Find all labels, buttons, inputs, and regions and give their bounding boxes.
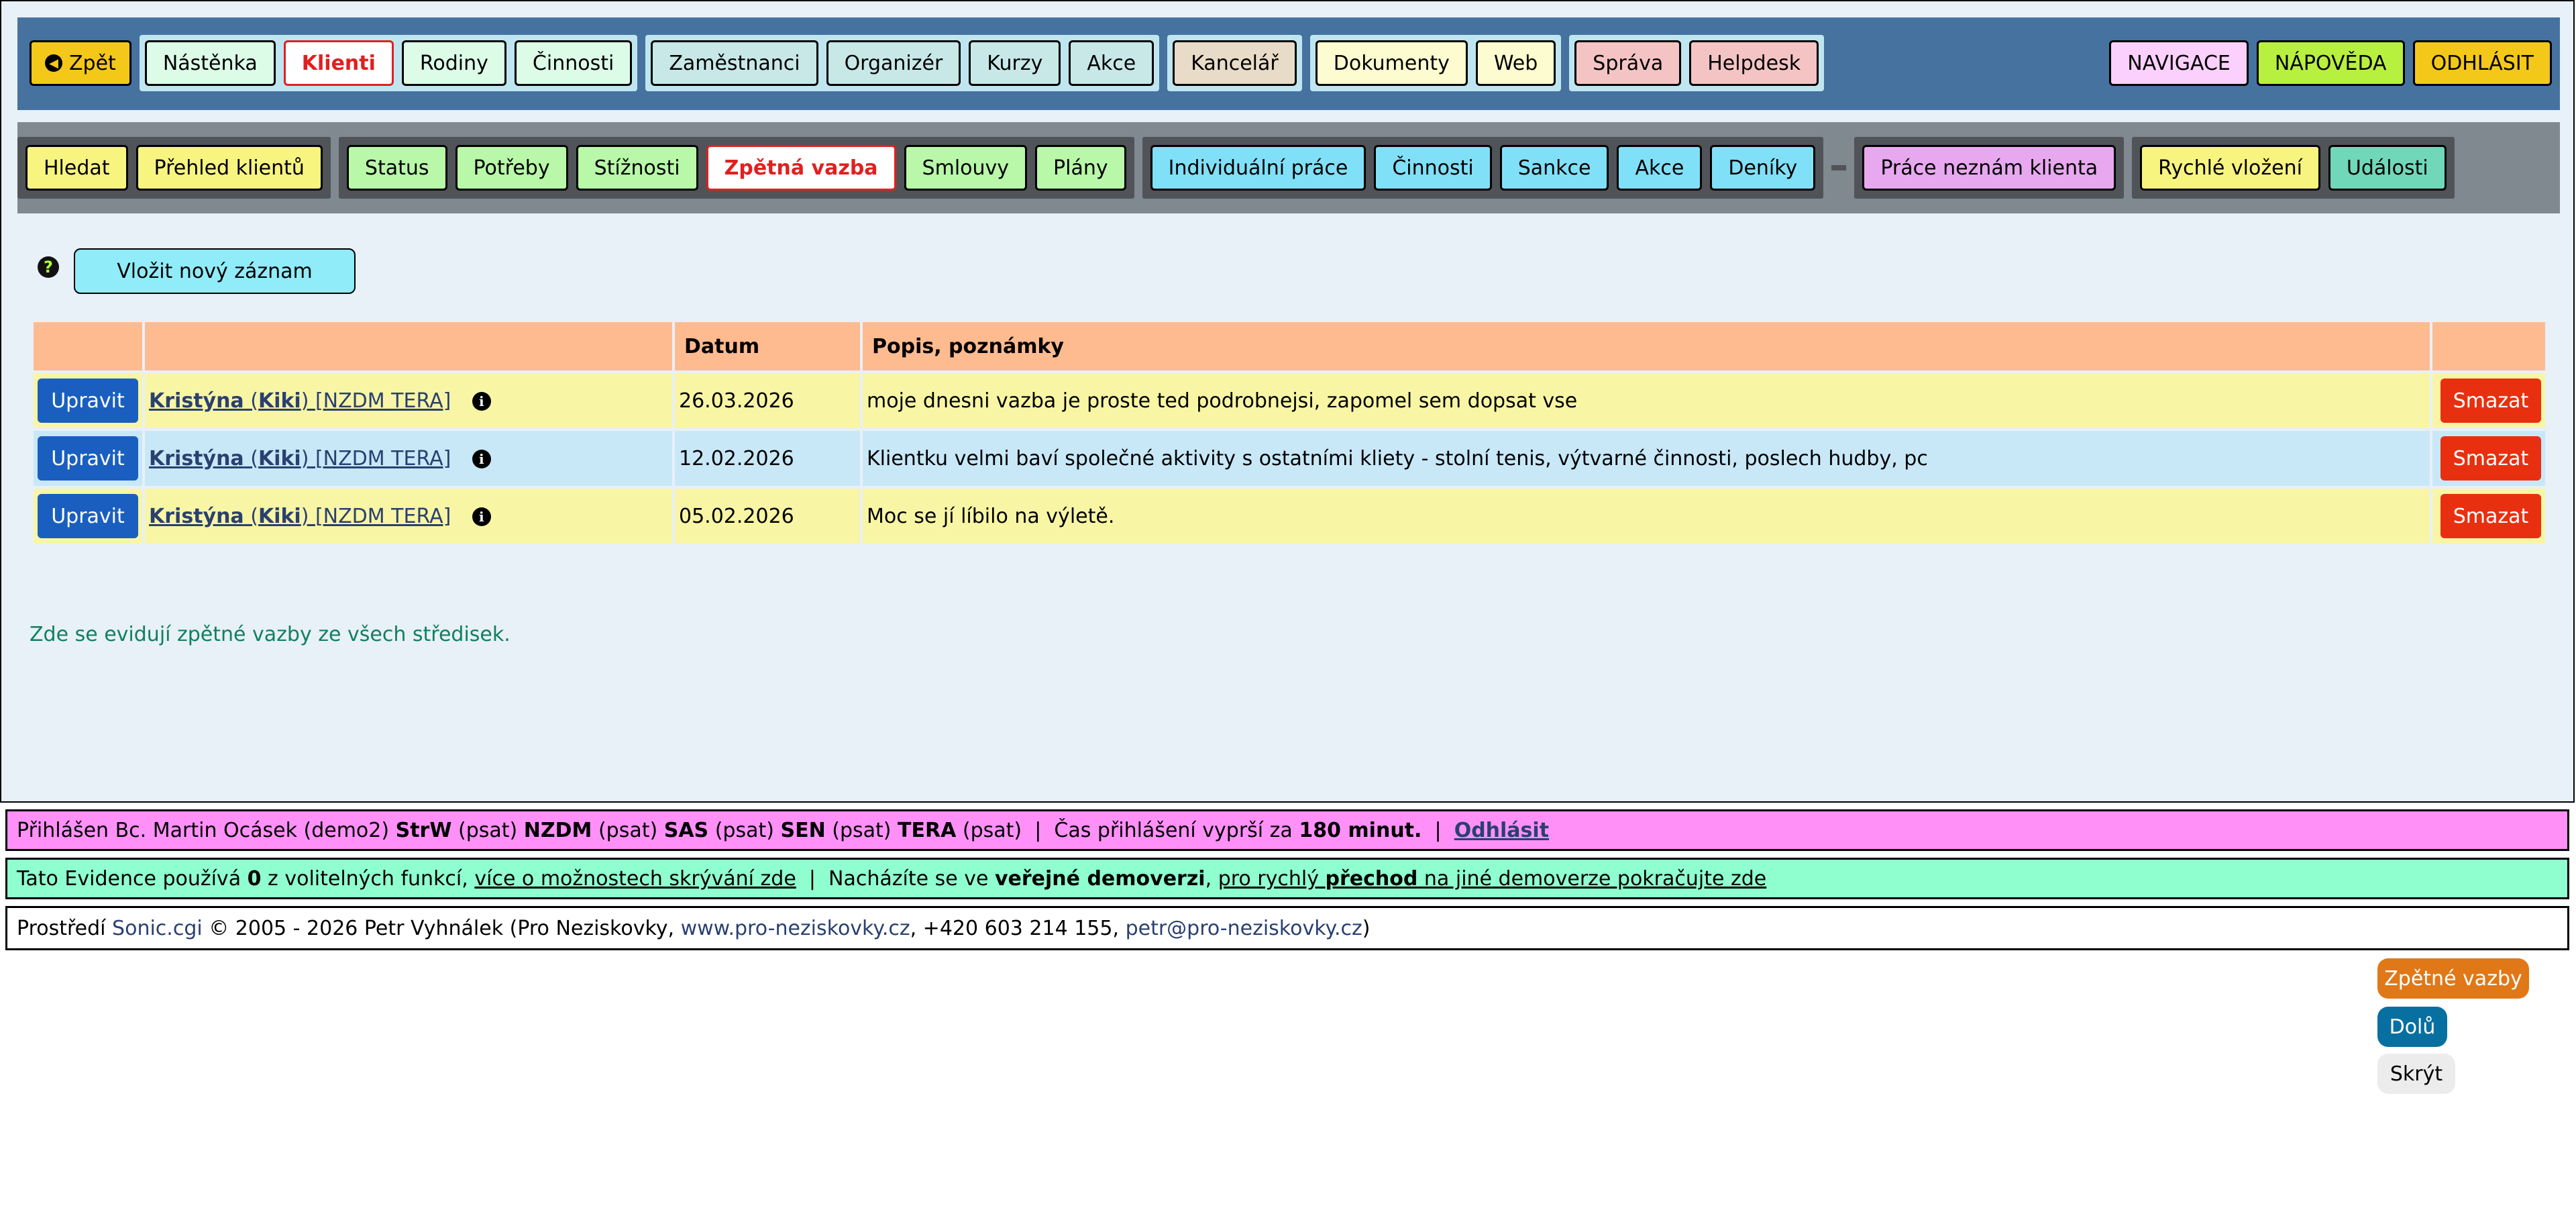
nav-dashboard[interactable]: Nástěnka bbox=[144, 40, 276, 86]
subnav-group-search: Hledat Přehled klientů bbox=[17, 137, 331, 199]
subnav-client-overview[interactable]: Přehled klientů bbox=[136, 145, 323, 191]
info-icon[interactable]: i bbox=[472, 507, 491, 526]
header-actions bbox=[34, 322, 142, 370]
row-date: 05.02.2026 bbox=[675, 489, 860, 544]
subnav-events-log[interactable]: Události bbox=[2328, 145, 2447, 191]
add-record-button[interactable]: Vložit nový záznam bbox=[74, 248, 356, 294]
subnav-search[interactable]: Hledat bbox=[25, 145, 128, 191]
table-row: Upravit Kristýna (Kiki) [NZDM TERA] i 12… bbox=[34, 431, 2545, 486]
client-link[interactable]: Kristýna (Kiki) [NZDM TERA] bbox=[149, 389, 451, 413]
subnav-group-work: Individuální práce Činnosti Sankce Akce … bbox=[1142, 137, 1824, 199]
nav-group-staff: Zaměstnanci Organizér Kurzy Akce bbox=[645, 35, 1160, 91]
feedback-table: Datum Popis, poznámky Upravit Kristýna (… bbox=[31, 319, 2548, 546]
nav-web[interactable]: Web bbox=[1475, 40, 1556, 86]
subnav-quick-insert[interactable]: Rychlé vložení bbox=[2140, 145, 2320, 191]
top-navigation: ◀ Zpět Nástěnka Klienti Rodiny Činnosti … bbox=[17, 17, 2560, 110]
subnav-feedback[interactable]: Zpětná vazba bbox=[706, 145, 896, 191]
features-bar: Tato Evidence používá 0 z volitelných fu… bbox=[5, 858, 2569, 899]
hiding-options-link[interactable]: více o možnostech skrývání zde bbox=[474, 867, 796, 891]
website-link[interactable]: www.pro-neziskovky.cz bbox=[681, 917, 910, 940]
subnav-complaints[interactable]: Stížnosti bbox=[576, 145, 698, 191]
subnav-events[interactable]: Akce bbox=[1617, 145, 1703, 191]
logout-link[interactable]: Odhlásit bbox=[1454, 819, 1549, 842]
feedback-info-text: Zde se evidují zpětné vazby ze všech stř… bbox=[30, 623, 511, 646]
row-note: moje dnesni vazba je proste ted podrobne… bbox=[863, 373, 2430, 428]
subnav-diaries[interactable]: Deníky bbox=[1710, 145, 1816, 191]
scroll-down-button[interactable]: Dolů bbox=[2377, 1007, 2447, 1047]
subnav-separator bbox=[1831, 165, 1847, 170]
navigation-button[interactable]: NAVIGACE bbox=[2109, 40, 2249, 86]
subnav-activities[interactable]: Činnosti bbox=[1374, 145, 1492, 191]
subnav-individual-work[interactable]: Individuální práce bbox=[1150, 145, 1366, 191]
nav-group-admin: Správa Helpdesk bbox=[1569, 35, 1825, 91]
row-date: 26.03.2026 bbox=[675, 373, 860, 428]
header-date: Datum bbox=[675, 322, 860, 370]
hide-button[interactable]: Skrýt bbox=[2377, 1054, 2455, 1094]
subnav-status[interactable]: Status bbox=[346, 145, 447, 191]
header-client bbox=[145, 322, 672, 370]
nav-helpdesk[interactable]: Helpdesk bbox=[1689, 40, 1819, 86]
edit-button[interactable]: Upravit bbox=[38, 494, 138, 538]
nav-documents[interactable]: Dokumenty bbox=[1315, 40, 1468, 86]
subnav-group-quick: Rychlé vložení Události bbox=[2132, 137, 2455, 199]
delete-button[interactable]: Smazat bbox=[2440, 436, 2541, 481]
nav-group-docs: Dokumenty Web bbox=[1309, 35, 1562, 91]
help-button[interactable]: NÁPOVĚDA bbox=[2256, 40, 2405, 86]
nav-group-clients: Nástěnka Klienti Rodiny Činnosti bbox=[139, 35, 638, 91]
subnav-plans[interactable]: Plány bbox=[1035, 145, 1126, 191]
subnav-group-unknown: Práce neznám klienta bbox=[1854, 137, 2125, 199]
subnav-contracts[interactable]: Smlouvy bbox=[904, 145, 1028, 191]
nav-admin[interactable]: Správa bbox=[1574, 40, 1682, 86]
client-subnavigation: Hledat Přehled klientů Status Potřeby St… bbox=[17, 122, 2560, 213]
back-button[interactable]: ◀ Zpět bbox=[30, 40, 131, 86]
subnav-unknown-client-work[interactable]: Práce neznám klienta bbox=[1862, 145, 2116, 191]
client-link[interactable]: Kristýna (Kiki) [NZDM TERA] bbox=[149, 505, 451, 528]
client-link[interactable]: Kristýna (Kiki) [NZDM TERA] bbox=[149, 447, 451, 470]
header-description: Popis, poznámky bbox=[863, 322, 2430, 370]
back-arrow-icon: ◀ bbox=[45, 54, 62, 72]
page-frame: ◀ Zpět Nástěnka Klienti Rodiny Činnosti … bbox=[0, 0, 2575, 803]
nav-group-office: Kancelář bbox=[1167, 35, 1302, 91]
header-delete bbox=[2432, 322, 2545, 370]
table-row: Upravit Kristýna (Kiki) [NZDM TERA] i 05… bbox=[34, 489, 2545, 544]
subnav-group-records: Status Potřeby Stížnosti Zpětná vazba Sm… bbox=[338, 137, 1134, 199]
delete-button[interactable]: Smazat bbox=[2440, 379, 2541, 423]
edit-button[interactable]: Upravit bbox=[38, 436, 138, 481]
credits-bar: Prostředí Sonic.cgi © 2005 - 2026 Petr V… bbox=[5, 906, 2569, 950]
row-note: Moc se jí líbilo na výletě. bbox=[863, 489, 2430, 544]
product-link[interactable]: Sonic.cgi bbox=[112, 917, 203, 940]
subnav-sanctions[interactable]: Sankce bbox=[1499, 145, 1609, 191]
nav-activities[interactable]: Činnosti bbox=[514, 40, 633, 86]
row-note: Klientku velmi baví společné aktivity s … bbox=[863, 431, 2430, 486]
help-icon[interactable]: ? bbox=[38, 256, 59, 278]
nav-events[interactable]: Akce bbox=[1069, 40, 1155, 86]
row-date: 12.02.2026 bbox=[675, 431, 860, 486]
nav-families[interactable]: Rodiny bbox=[401, 40, 506, 86]
edit-button[interactable]: Upravit bbox=[38, 379, 138, 423]
delete-button[interactable]: Smazat bbox=[2440, 494, 2541, 538]
info-icon[interactable]: i bbox=[472, 450, 491, 468]
logout-button[interactable]: ODHLÁSIT bbox=[2412, 40, 2552, 86]
demo-switch-link[interactable]: pro rychlý přechod na jiné demoverze pok… bbox=[1218, 867, 1767, 891]
email-link[interactable]: petr@pro-neziskovky.cz bbox=[1126, 917, 1362, 940]
nav-clients[interactable]: Klienti bbox=[283, 40, 394, 86]
subnav-needs[interactable]: Potřeby bbox=[455, 145, 568, 191]
table-row: Upravit Kristýna (Kiki) [NZDM TERA] i 26… bbox=[34, 373, 2545, 428]
nav-office[interactable]: Kancelář bbox=[1173, 40, 1297, 86]
info-icon[interactable]: i bbox=[472, 392, 491, 411]
login-status-bar: Přihlášen Bc. Martin Ocásek (demo2) StrW… bbox=[5, 809, 2569, 851]
nav-courses[interactable]: Kurzy bbox=[969, 40, 1061, 86]
nav-employees[interactable]: Zaměstnanci bbox=[651, 40, 818, 86]
table-header: Datum Popis, poznámky bbox=[34, 322, 2545, 370]
nav-organizer[interactable]: Organizér bbox=[826, 40, 961, 86]
feedback-float-button[interactable]: Zpětné vazby bbox=[2377, 958, 2529, 999]
